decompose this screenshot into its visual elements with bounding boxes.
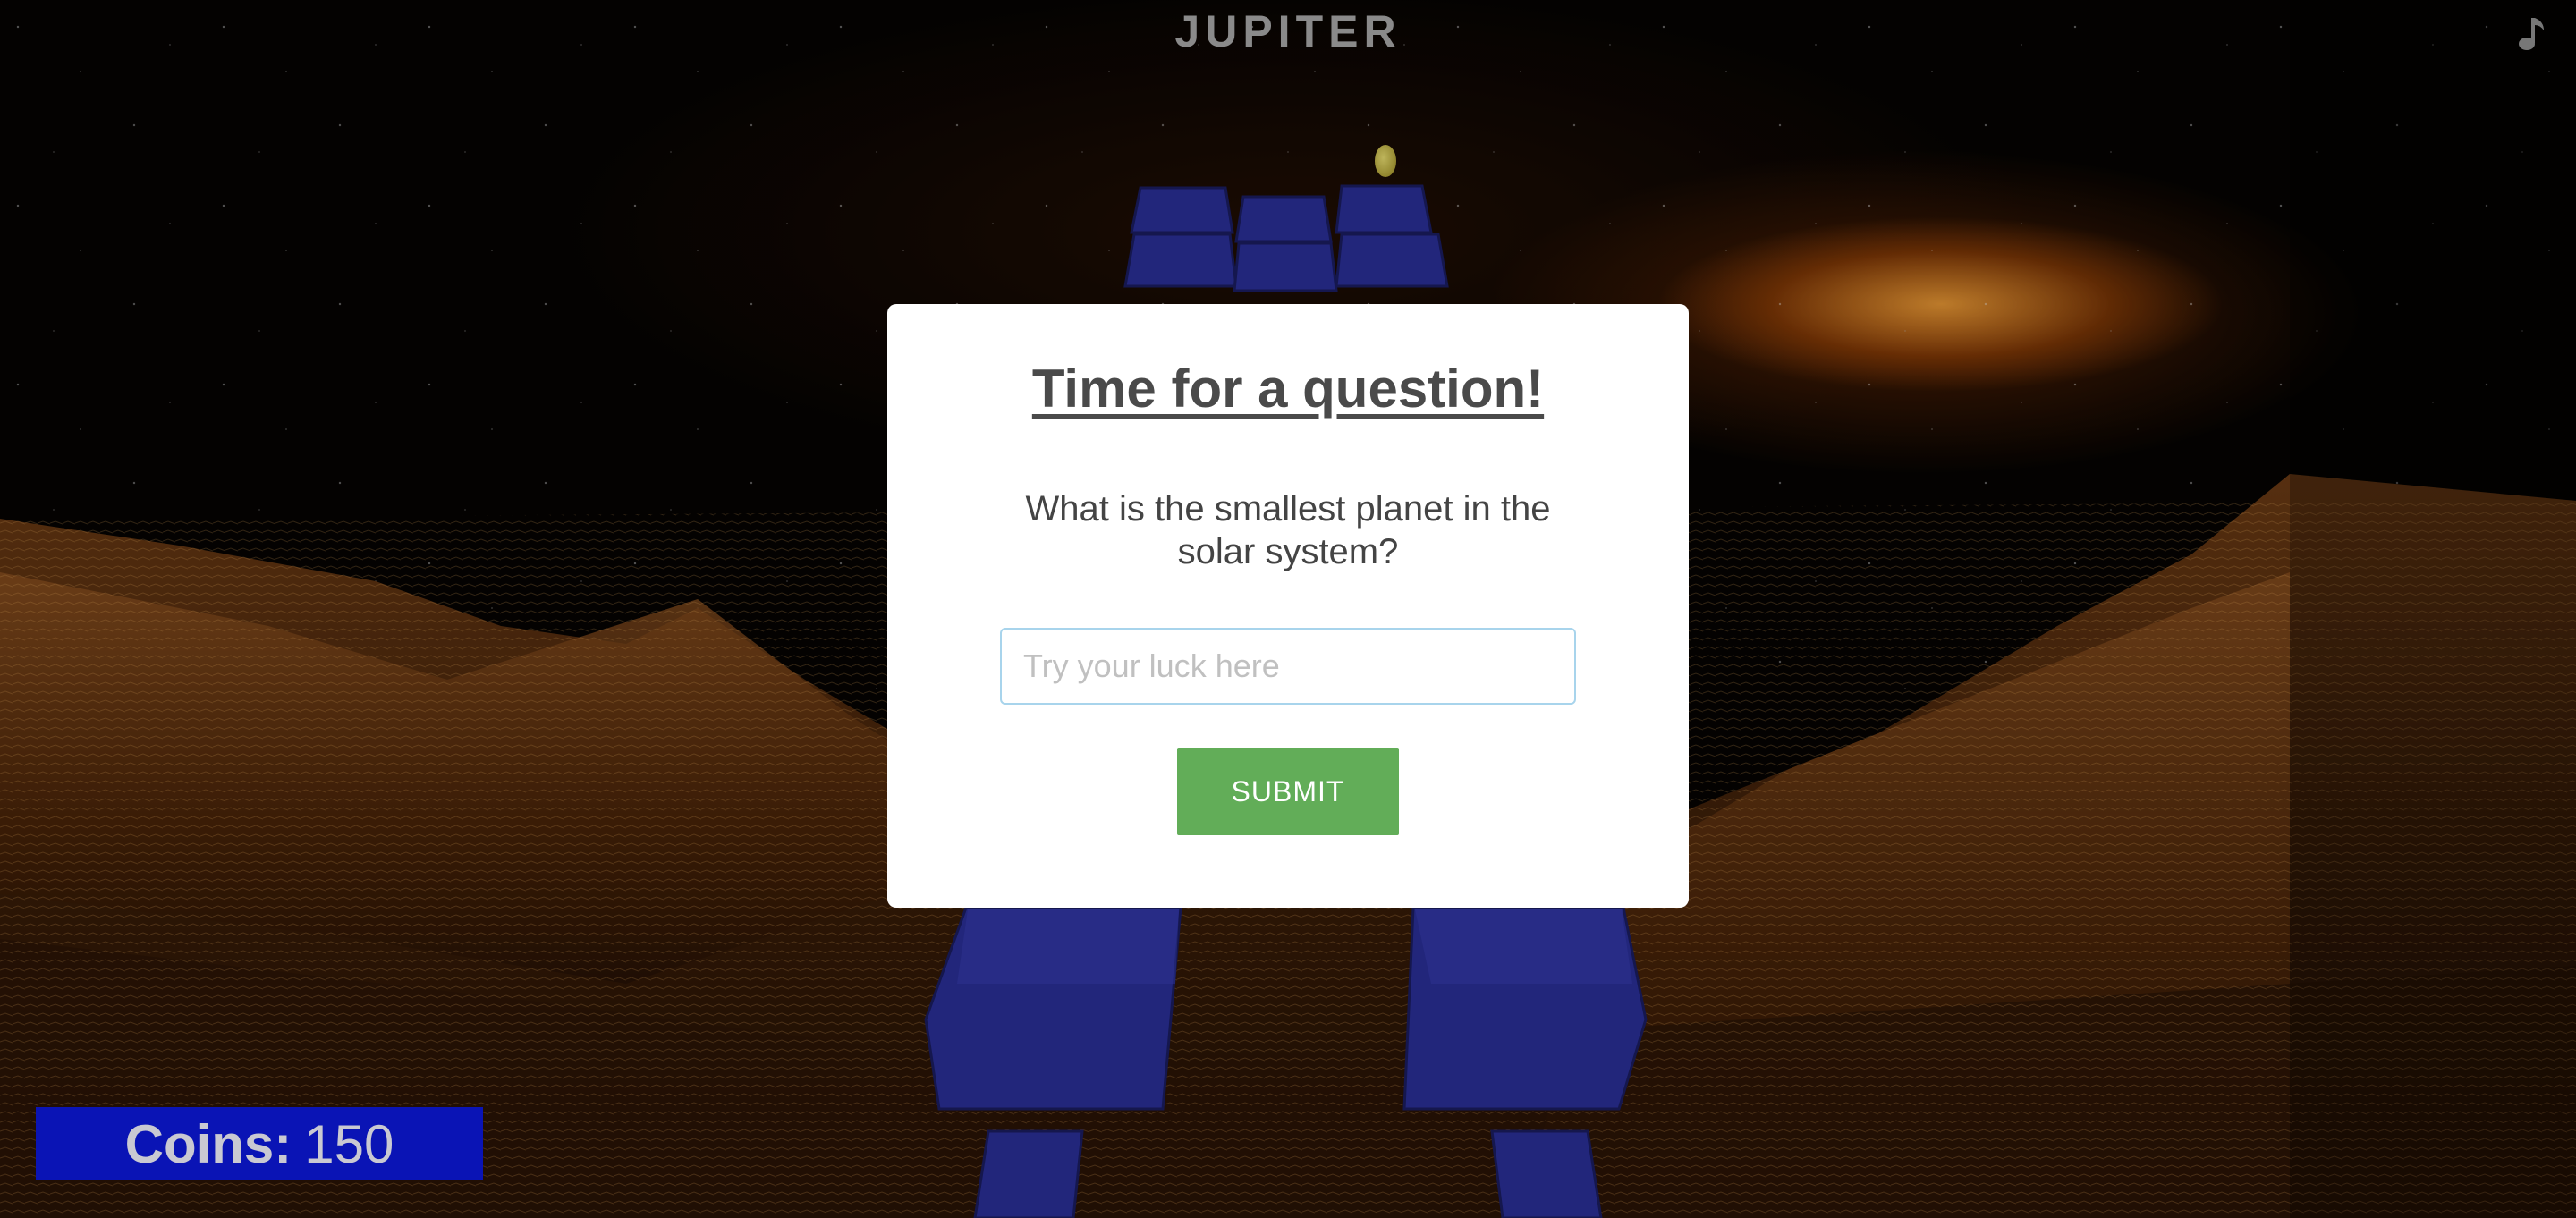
coins-counter: Coins: 150 — [36, 1107, 483, 1180]
coins-label: Coins: — [124, 1113, 292, 1174]
submit-button[interactable]: SUBMIT — [1177, 748, 1399, 835]
level-title: JUPITER — [1174, 6, 1402, 56]
modal-heading: Time for a question! — [1031, 359, 1545, 419]
answer-input[interactable] — [1000, 628, 1576, 705]
coins-value: 150 — [304, 1113, 394, 1174]
question-text: What is the smallest planet in the solar… — [1025, 489, 1551, 571]
music-note-icon[interactable] — [2513, 14, 2549, 54]
question-modal: Time for a question! What is the smalles… — [887, 304, 1689, 908]
